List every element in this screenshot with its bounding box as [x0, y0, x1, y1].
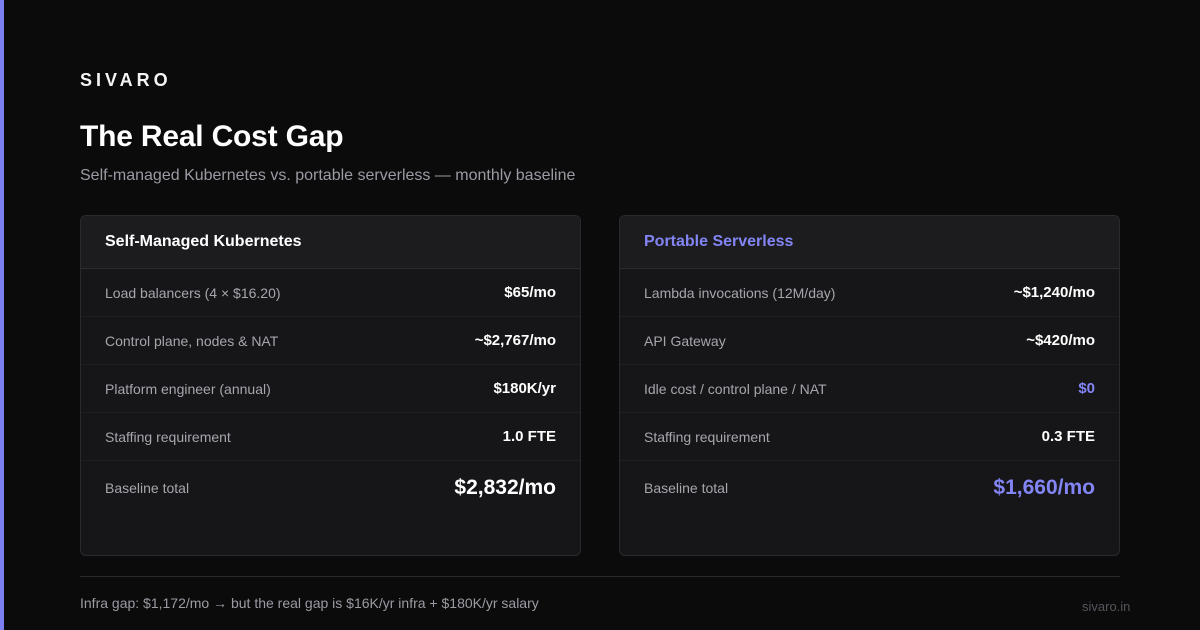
og-card: SIVARO The Real Cost Gap Self-managed Ku… [0, 0, 1200, 630]
total-row: Baseline total $1,660/mo [620, 461, 1119, 515]
cost-label: Load balancers (4 × $16.20) [105, 284, 281, 301]
cost-label: Lambda invocations (12M/day) [644, 284, 836, 301]
cost-row: Load balancers (4 × $16.20) $65/mo [81, 269, 580, 317]
cost-row: Staffing requirement 0.3 FTE [620, 413, 1119, 461]
cost-label: API Gateway [644, 332, 726, 349]
cost-value: ~$420/mo [1026, 332, 1095, 349]
cost-value: $180K/yr [493, 380, 556, 397]
footer-divider [80, 576, 1120, 577]
kubernetes-cost-card: Self-Managed Kubernetes Load balancers (… [80, 215, 581, 556]
total-row: Baseline total $2,832/mo [81, 461, 580, 515]
cost-value: $0 [1078, 380, 1095, 397]
cost-row: API Gateway ~$420/mo [620, 317, 1119, 365]
cost-value: $65/mo [504, 284, 556, 301]
total-value: $2,832/mo [454, 476, 556, 499]
cost-row: Platform engineer (annual) $180K/yr [81, 365, 580, 413]
cost-label: Idle cost / control plane / NAT [644, 380, 827, 397]
cost-label: Staffing requirement [105, 428, 231, 445]
card-header: Portable Serverless [620, 216, 1119, 269]
cost-row: Idle cost / control plane / NAT $0 [620, 365, 1119, 413]
cost-value: ~$1,240/mo [1013, 284, 1095, 301]
cost-value: 0.3 FTE [1041, 428, 1095, 445]
accent-bar [0, 0, 4, 630]
page-title: The Real Cost Gap [80, 120, 344, 153]
page-subtitle: Self-managed Kubernetes vs. portable ser… [80, 167, 576, 184]
cost-label: Staffing requirement [644, 428, 770, 445]
cost-row: Lambda invocations (12M/day) ~$1,240/mo [620, 269, 1119, 317]
site-domain: sivaro.in [1082, 599, 1131, 614]
total-label: Baseline total [644, 480, 729, 496]
cost-value: 1.0 FTE [502, 428, 556, 445]
card-header: Self-Managed Kubernetes [81, 216, 580, 269]
serverless-cost-card: Portable Serverless Lambda invocations (… [619, 215, 1120, 556]
footnote: Infra gap: $1,172/mo → but the real gap … [80, 595, 539, 611]
cost-label: Platform engineer (annual) [105, 380, 271, 397]
total-value: $1,660/mo [993, 476, 1095, 499]
cost-row: Staffing requirement 1.0 FTE [81, 413, 580, 461]
brand-logo: SIVARO [80, 70, 172, 90]
cost-label: Control plane, nodes & NAT [105, 332, 279, 349]
total-label: Baseline total [105, 480, 190, 496]
cost-value: ~$2,767/mo [474, 332, 556, 349]
cost-row: Control plane, nodes & NAT ~$2,767/mo [81, 317, 580, 365]
